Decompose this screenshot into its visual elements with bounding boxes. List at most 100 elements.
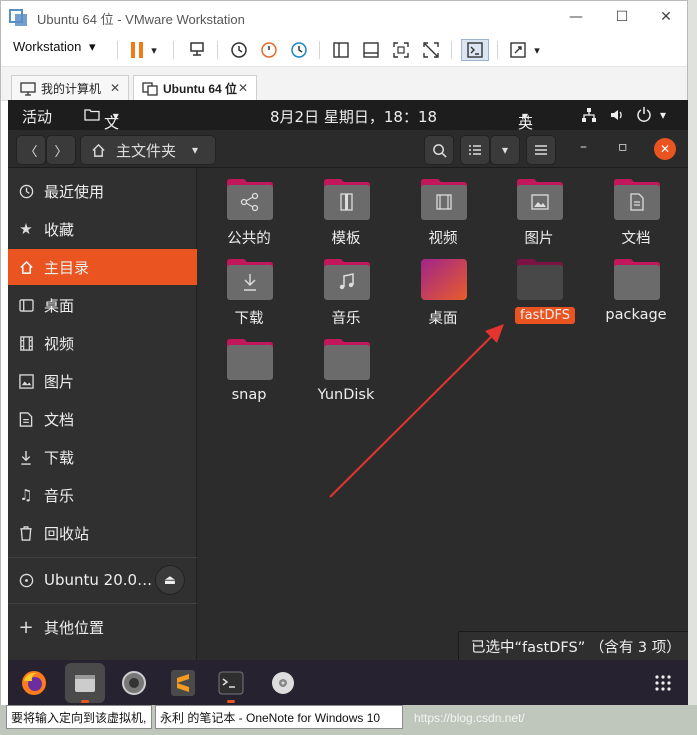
window-restore-button[interactable]: ▫ [618, 139, 628, 155]
sublime-icon[interactable] [166, 666, 200, 700]
stretch-button[interactable] [506, 39, 530, 61]
tab-label: 我的计算机 [41, 82, 102, 96]
video-icon [19, 335, 33, 351]
nautilus-header-bar: 〈 〉 主文件夹 ▾ ▾ – ▫ ✕ [8, 130, 688, 168]
menu-button[interactable] [526, 135, 556, 165]
view-options-button[interactable]: ▾ [490, 135, 520, 165]
desktop-icon [18, 298, 34, 312]
window-title: Ubuntu 64 位 - VMware Workstation [37, 12, 245, 27]
image-icon [18, 373, 34, 389]
maximize-button[interactable]: ☐ [599, 1, 645, 33]
tab-ubuntu[interactable]: Ubuntu 64 位 ✕ [133, 75, 257, 101]
send-ctrl-alt-del-button[interactable] [185, 39, 209, 61]
sidebar-item-recent[interactable]: 最近使用 [8, 173, 197, 209]
sidebar-item-label: 桌面 [44, 296, 75, 315]
panel-icon [363, 42, 379, 58]
running-indicator [81, 700, 89, 703]
list-view-button[interactable] [460, 135, 490, 165]
files-icon[interactable] [65, 663, 105, 703]
path-bar[interactable]: 主文件夹 ▾ [80, 135, 216, 165]
trash-icon [20, 525, 32, 541]
sidebar-item-desktop[interactable]: 桌面 [8, 287, 197, 323]
sidebar-item-music[interactable]: ♫ 音乐 [8, 477, 197, 513]
path-label: 主文件夹 [116, 141, 177, 160]
selection-status: 已选中“fastDFS” （含有 3 项） [458, 631, 688, 661]
chevron-down-icon: ▾ [89, 39, 96, 54]
sidebar-divider [8, 557, 197, 558]
input-method-indicator[interactable]: 英 ▾ [518, 106, 533, 132]
toolbar-divider [497, 41, 498, 59]
window-minimize-button[interactable]: – [580, 139, 587, 155]
vmware-hint[interactable]: 要将输入定向到该虚拟机, [6, 705, 152, 729]
terminal-icon[interactable] [214, 666, 248, 700]
eject-button[interactable]: ⏏ [155, 565, 185, 595]
firefox-icon[interactable] [17, 666, 51, 700]
close-button[interactable]: ✕ [643, 1, 689, 33]
host-taskbar: 要将输入定向到该虚拟机, 永利 的笔记本 - OneNote for Windo… [0, 705, 697, 735]
sidebar-item-trash[interactable]: 回收站 [8, 515, 197, 551]
clock-icon [19, 184, 33, 198]
star-icon: ★ [19, 220, 33, 238]
gnome-top-bar: 活动 文件 ▾ 8月2日 星期日，18：18 英▾ ▾ [8, 100, 688, 153]
snapshot-button[interactable] [227, 39, 251, 61]
pause-button[interactable] [125, 39, 149, 61]
sidebar-item-label: 回收站 [44, 524, 90, 543]
settings-icon[interactable] [117, 666, 151, 700]
power-icon[interactable] [636, 106, 652, 122]
sidebar-item-label: 最近使用 [44, 182, 105, 201]
revert-snapshot-button[interactable] [257, 39, 281, 61]
chevron-down-icon[interactable]: ▾ [660, 108, 666, 122]
stretch-dropdown[interactable]: ▾ [530, 39, 544, 61]
plus-icon: + [18, 616, 34, 638]
close-icon[interactable]: ✕ [238, 81, 248, 95]
file-grid[interactable]: 公共的 模板 视频 图片 文档 下载 音乐 桌面 fastDFS package… [198, 168, 688, 660]
volume-icon[interactable] [609, 107, 625, 123]
toolbar-divider [173, 41, 174, 59]
network-icon [190, 42, 204, 56]
sidebar-item-videos[interactable]: 视频 [8, 325, 197, 361]
tab-my-computer[interactable]: 我的计算机 ✕ [11, 75, 129, 101]
list-icon [469, 145, 481, 155]
disc-icon[interactable] [266, 666, 300, 700]
search-button[interactable] [424, 135, 454, 165]
clock-icon [231, 42, 247, 58]
app-menu[interactable]: 文件 ▾ [84, 106, 119, 153]
sidebar-item-downloads[interactable]: 下载 [8, 439, 197, 475]
disc-icon [19, 573, 33, 587]
sidebar-icon [333, 42, 349, 58]
sidebar-item-documents[interactable]: 文档 [8, 401, 197, 437]
taskbar-onenote[interactable]: 永利 的笔记本 - OneNote for Windows 10 [155, 705, 403, 729]
clock[interactable]: 8月2日 星期日，18：18 [270, 106, 437, 127]
sidebar-item-other-locations[interactable]: + 其他位置 [8, 609, 197, 645]
title-bar: Ubuntu 64 位 - VMware Workstation — ☐ ✕ [1, 1, 687, 33]
network-icon[interactable] [581, 107, 597, 123]
pause-dropdown[interactable]: ▾ [147, 39, 161, 61]
forward-button[interactable]: 〉 [46, 135, 76, 165]
window-close-button[interactable]: ✕ [654, 138, 676, 160]
sidebar-toggle-button[interactable] [329, 39, 353, 61]
show-apps-icon[interactable] [646, 666, 680, 700]
sidebar-item-device[interactable]: Ubuntu 20.0… ⏏ [8, 562, 197, 598]
thumbnail-bar-button[interactable] [359, 39, 383, 61]
fullscreen-button[interactable] [389, 39, 413, 61]
sidebar-item-starred[interactable]: ★ 收藏 [8, 211, 197, 247]
chevron-down-icon: ▾ [192, 143, 199, 157]
workstation-menu[interactable]: Workstation ▾ [13, 39, 96, 55]
stretch-icon [510, 42, 526, 58]
vm-screen[interactable]: 活动 文件 ▾ 8月2日 星期日，18：18 英▾ ▾ 〈 〉 主文件夹 ▾ ▾… [8, 100, 688, 705]
activities-button[interactable]: 活动 [22, 106, 52, 127]
sidebar-item-label: 音乐 [44, 486, 75, 505]
sidebar-item-pictures[interactable]: 图片 [8, 363, 197, 399]
back-button[interactable]: 〈 [16, 135, 46, 165]
console-view-button[interactable] [461, 39, 489, 61]
sidebar-item-home[interactable]: 主目录 [8, 249, 197, 285]
toolbar: Workstation ▾ ▾ ▾ [1, 33, 687, 67]
unity-mode-button[interactable] [419, 39, 443, 61]
toolbar-divider [217, 41, 218, 59]
minimize-button[interactable]: — [553, 1, 599, 33]
pause-icon [131, 42, 143, 58]
close-icon[interactable]: ✕ [110, 81, 120, 95]
snapshot-manager-button[interactable] [287, 39, 311, 61]
places-sidebar: 最近使用 ★ 收藏 主目录 桌面 视频 图片 文档 下载 ♫ 音乐 回收站 Ub… [8, 168, 197, 660]
hamburger-icon [535, 145, 547, 155]
